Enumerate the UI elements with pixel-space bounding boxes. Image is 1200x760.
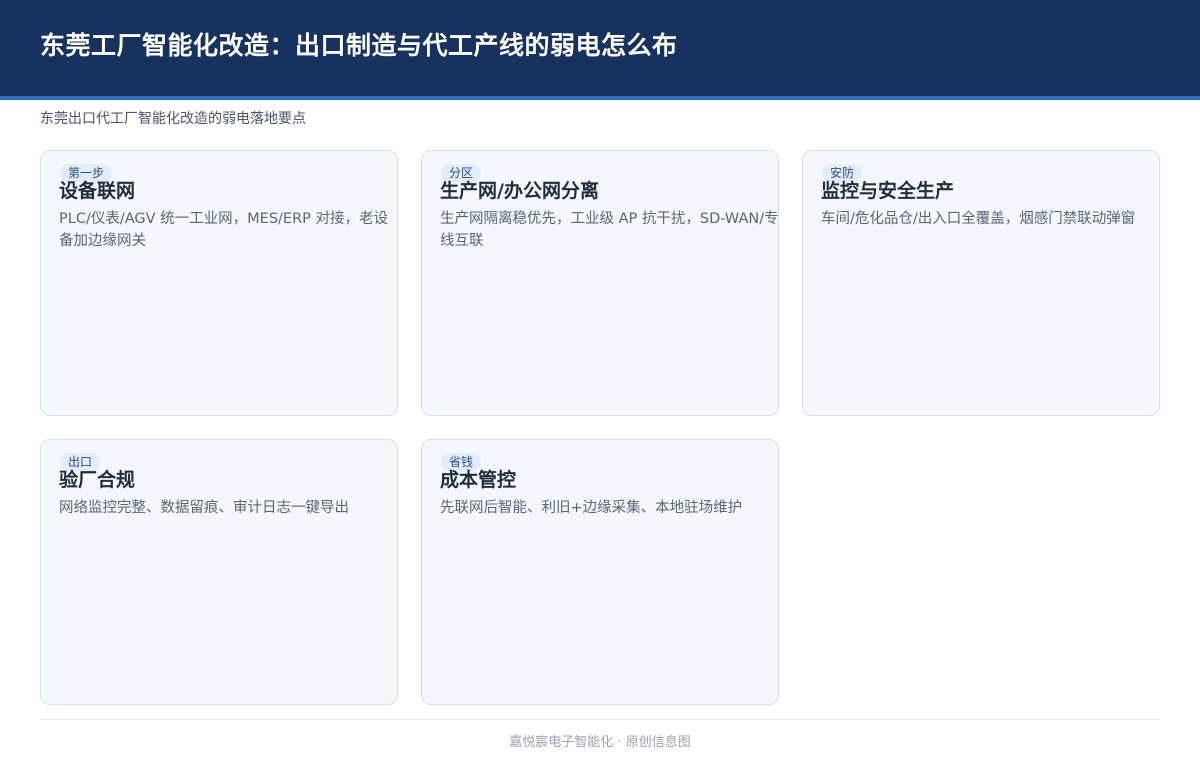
- page-subtitle: 东莞出口代工厂智能化改造的弱电落地要点: [40, 111, 306, 127]
- card-title: 验厂合规: [59, 469, 136, 491]
- card-description: 网络监控完整、数据留痕、审计日志一键导出: [59, 500, 349, 516]
- card-description: 生产网隔离稳优先，工业级 AP 抗干扰，SD-WAN/专线互联: [440, 211, 779, 249]
- card-device-networking: 第一步 设备联网 PLC/仪表/AGV 统一工业网，MES/ERP 对接，老设备…: [40, 150, 398, 416]
- card-title: 成本管控: [440, 469, 517, 491]
- card-grid: 第一步 设备联网 PLC/仪表/AGV 统一工业网，MES/ERP 对接，老设备…: [40, 150, 1160, 705]
- footer-credit: 嘉悦宸电子智能化 · 原创信息图: [509, 735, 691, 750]
- card-description: 先联网后智能、利旧+边缘采集、本地驻场维护: [440, 500, 743, 516]
- card-description: 车间/危化品仓/出入口全覆盖，烟感门禁联动弹窗: [821, 211, 1136, 227]
- footer-divider: [40, 719, 1160, 720]
- card-factory-audit: 出口 验厂合规 网络监控完整、数据留痕、审计日志一键导出: [40, 439, 398, 705]
- card-title: 设备联网: [59, 180, 136, 202]
- header-bar: 东莞工厂智能化改造：出口制造与代工产线的弱电怎么布: [0, 0, 1200, 100]
- page-title: 东莞工厂智能化改造：出口制造与代工产线的弱电怎么布: [40, 31, 678, 60]
- card-title: 监控与安全生产: [821, 180, 955, 202]
- card-network-separation: 分区 生产网/办公网分离 生产网隔离稳优先，工业级 AP 抗干扰，SD-WAN/…: [421, 150, 779, 416]
- card-security-monitoring: 安防 监控与安全生产 车间/危化品仓/出入口全覆盖，烟感门禁联动弹窗: [802, 150, 1160, 416]
- card-title: 生产网/办公网分离: [440, 180, 599, 202]
- card-cost-control: 省钱 成本管控 先联网后智能、利旧+边缘采集、本地驻场维护: [421, 439, 779, 705]
- card-description: PLC/仪表/AGV 统一工业网，MES/ERP 对接，老设备加边缘网关: [59, 211, 388, 249]
